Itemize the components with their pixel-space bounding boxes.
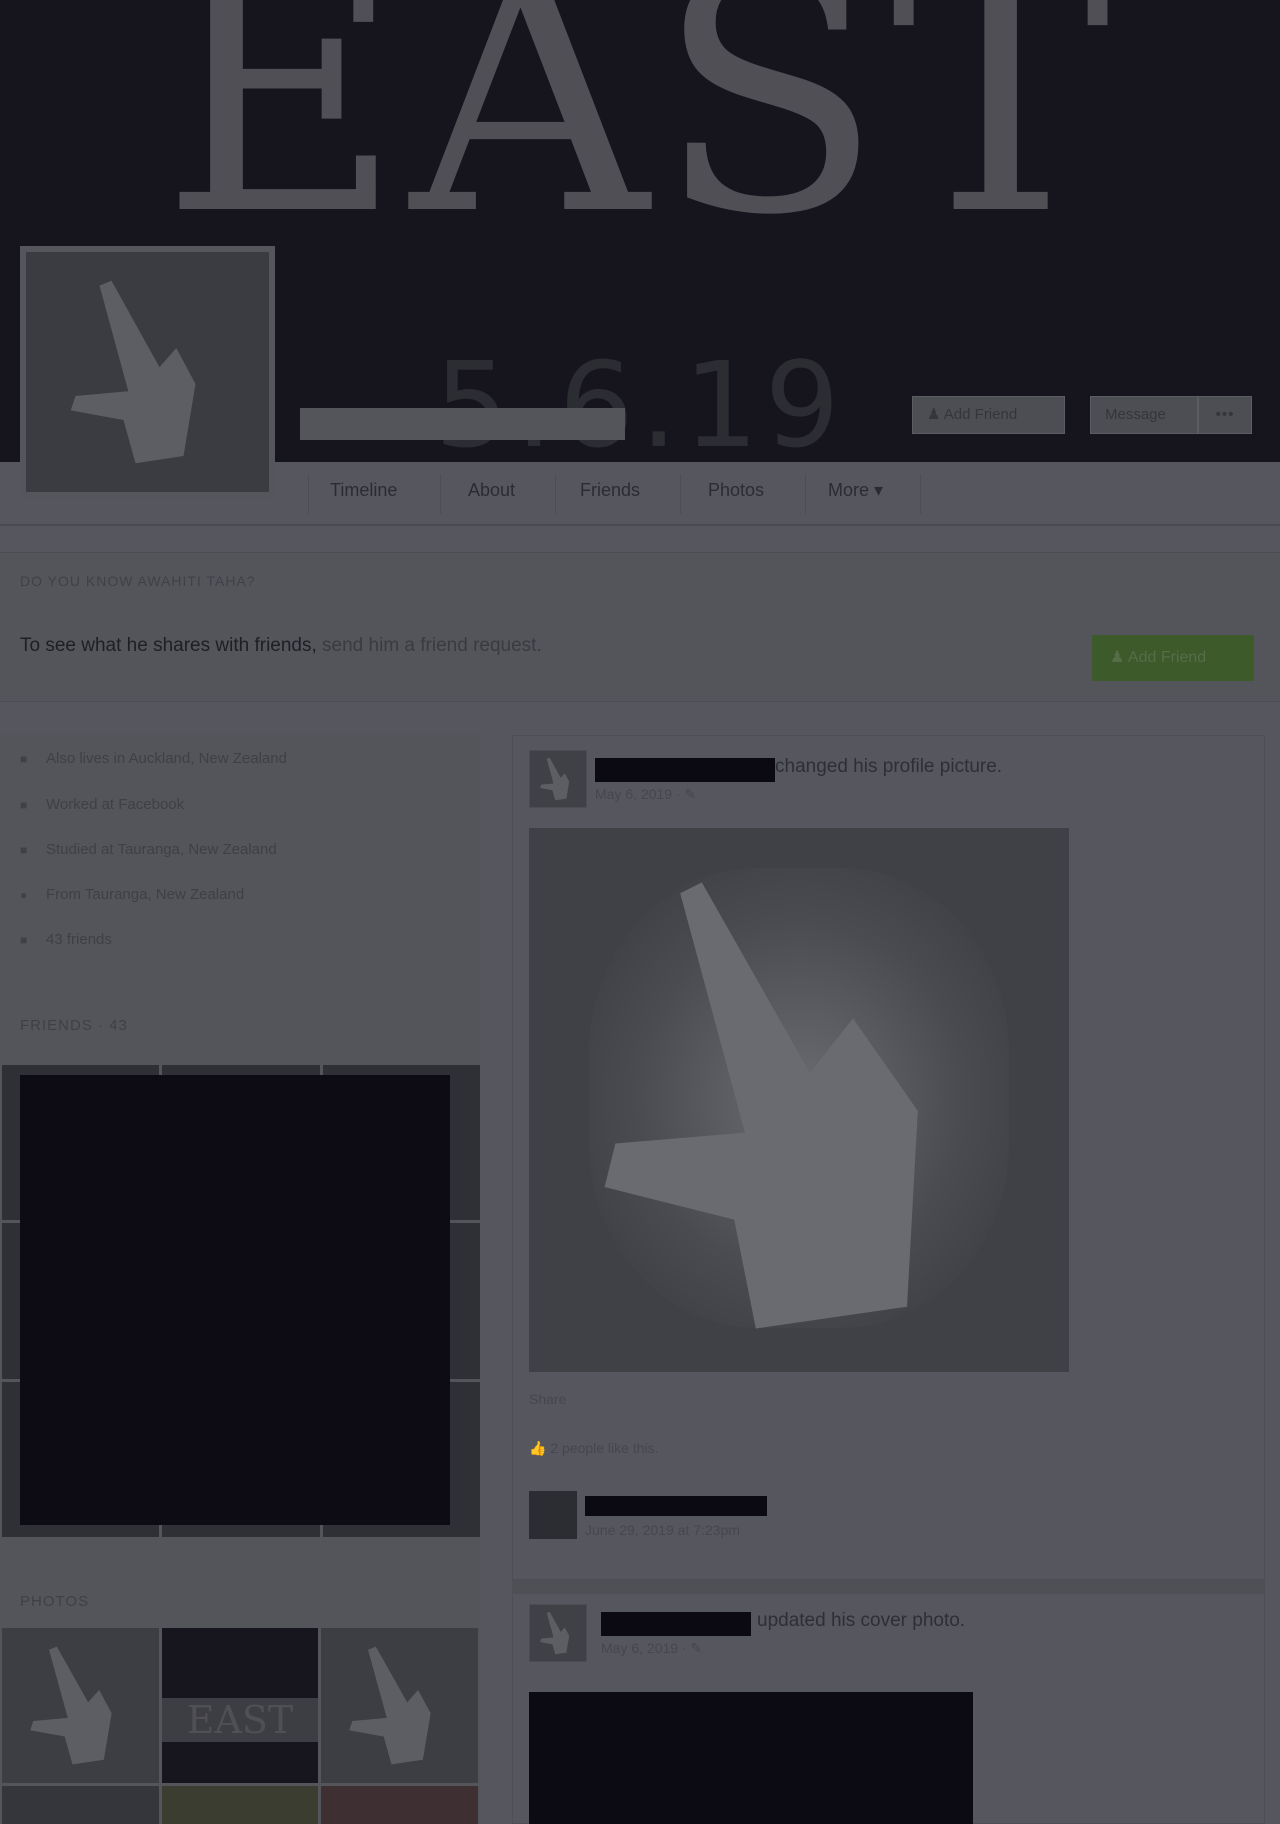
- hand-gesture-icon: [30, 1646, 112, 1765]
- photos-grid: EAST: [2, 1628, 478, 1824]
- school-icon: ■: [20, 843, 28, 857]
- post-cover-image[interactable]: [529, 1692, 973, 1824]
- comment-date[interactable]: June 29, 2019 at 7:23pm: [585, 1522, 740, 1538]
- post-author-avatar[interactable]: [529, 1604, 587, 1662]
- hand-gesture-icon: [540, 1611, 570, 1655]
- about-item[interactable]: ■ Also lives in Auckland, New Zealand: [20, 750, 287, 767]
- share-link[interactable]: Share: [529, 1391, 566, 1407]
- friend-request-text-light: send him a friend request.: [322, 635, 542, 656]
- timeline-post: changed his profile picture. May 6, 2019…: [512, 735, 1265, 1580]
- post-author-avatar[interactable]: [529, 750, 587, 808]
- tab-more[interactable]: More ▾: [828, 480, 891, 501]
- tab-divider: [920, 474, 921, 514]
- post-date[interactable]: May 6, 2019 · ✎: [601, 1640, 702, 1657]
- add-friend-label: Add Friend: [943, 406, 1018, 423]
- friend-request-text: To see what he shares with friends, send…: [20, 635, 542, 657]
- profile-picture-image: [26, 252, 269, 492]
- like-summary[interactable]: 👍 2 people like this.: [529, 1440, 659, 1457]
- friend-request-prompt: DO YOU KNOW AWAHITI TAHA? To see what he…: [0, 552, 1280, 702]
- about-item[interactable]: ■ 43 friends: [20, 931, 112, 948]
- about-item[interactable]: ■ Worked at Facebook: [20, 796, 184, 813]
- tab-divider: [680, 474, 681, 514]
- photos-section-label[interactable]: PHOTOS: [20, 1593, 89, 1610]
- add-friend-button-secondary[interactable]: ♟ Add Friend: [1092, 635, 1254, 681]
- tab-timeline[interactable]: Timeline: [330, 480, 405, 501]
- friends-redacted: [20, 1075, 450, 1525]
- timeline-post: updated his cover photo. May 6, 2019 · ✎: [512, 1580, 1265, 1824]
- about-item[interactable]: ● From Tauranga, New Zealand: [20, 886, 244, 903]
- commenter-redacted: [585, 1496, 767, 1516]
- hand-gesture-icon: [604, 882, 918, 1329]
- post-date[interactable]: May 6, 2019 · ✎: [595, 786, 696, 803]
- commenter-avatar[interactable]: [529, 1491, 577, 1539]
- tab-photos[interactable]: Photos: [708, 480, 772, 501]
- add-friend-button[interactable]: ♟ Add Friend: [912, 396, 1065, 434]
- photo-thumbnail[interactable]: [2, 1628, 159, 1783]
- photo-thumbnail[interactable]: [2, 1786, 159, 1824]
- left-sidebar: ■ Also lives in Auckland, New Zealand ■ Wo…: [0, 735, 480, 1824]
- photo-thumbnail[interactable]: [161, 1786, 319, 1824]
- about-item[interactable]: ■ Studied at Tauranga, New Zealand: [20, 841, 277, 858]
- add-friend-icon: ♟: [927, 406, 941, 423]
- profile-name-redacted: [300, 408, 625, 440]
- friend-request-heading: DO YOU KNOW AWAHITI TAHA?: [20, 573, 256, 589]
- hand-gesture-icon: [540, 757, 570, 801]
- thumbs-up-icon: 👍: [529, 1440, 547, 1456]
- tab-divider: [805, 474, 806, 514]
- message-button[interactable]: Message: [1090, 396, 1198, 434]
- friends-icon: ■: [20, 933, 28, 947]
- tab-friends[interactable]: Friends: [580, 480, 648, 501]
- hand-gesture-icon: [349, 1646, 431, 1765]
- add-friend-icon: ♟: [1110, 649, 1125, 666]
- post-author-redacted: [601, 1612, 751, 1636]
- photo-thumbnail[interactable]: [321, 1786, 478, 1824]
- post-image[interactable]: [529, 828, 1069, 1372]
- friends-section-label[interactable]: FRIENDS · 43: [20, 1017, 128, 1034]
- tab-divider: [308, 474, 309, 514]
- friend-request-text-bold: To see what he shares with friends,: [20, 635, 317, 656]
- tab-divider: [440, 474, 441, 514]
- tab-about[interactable]: About: [468, 480, 523, 501]
- photo-thumbnail-title: EAST: [161, 1698, 319, 1742]
- post-action-text: updated his cover photo.: [757, 1610, 966, 1631]
- add-friend-label: Add Friend: [1127, 649, 1207, 666]
- briefcase-icon: ■: [20, 752, 28, 766]
- hand-gesture-icon: [27, 252, 268, 492]
- cover-title: EAST: [161, 0, 1119, 287]
- work-icon: ■: [20, 798, 28, 812]
- post-action-text: changed his profile picture.: [775, 756, 1003, 777]
- profile-picture[interactable]: [20, 246, 275, 498]
- photo-thumbnail[interactable]: [321, 1628, 478, 1783]
- tab-divider: [555, 474, 556, 514]
- post-author-redacted: [595, 758, 775, 782]
- location-icon: ●: [20, 888, 28, 902]
- more-options-button[interactable]: •••: [1198, 396, 1252, 434]
- photo-thumbnail[interactable]: EAST: [161, 1628, 319, 1783]
